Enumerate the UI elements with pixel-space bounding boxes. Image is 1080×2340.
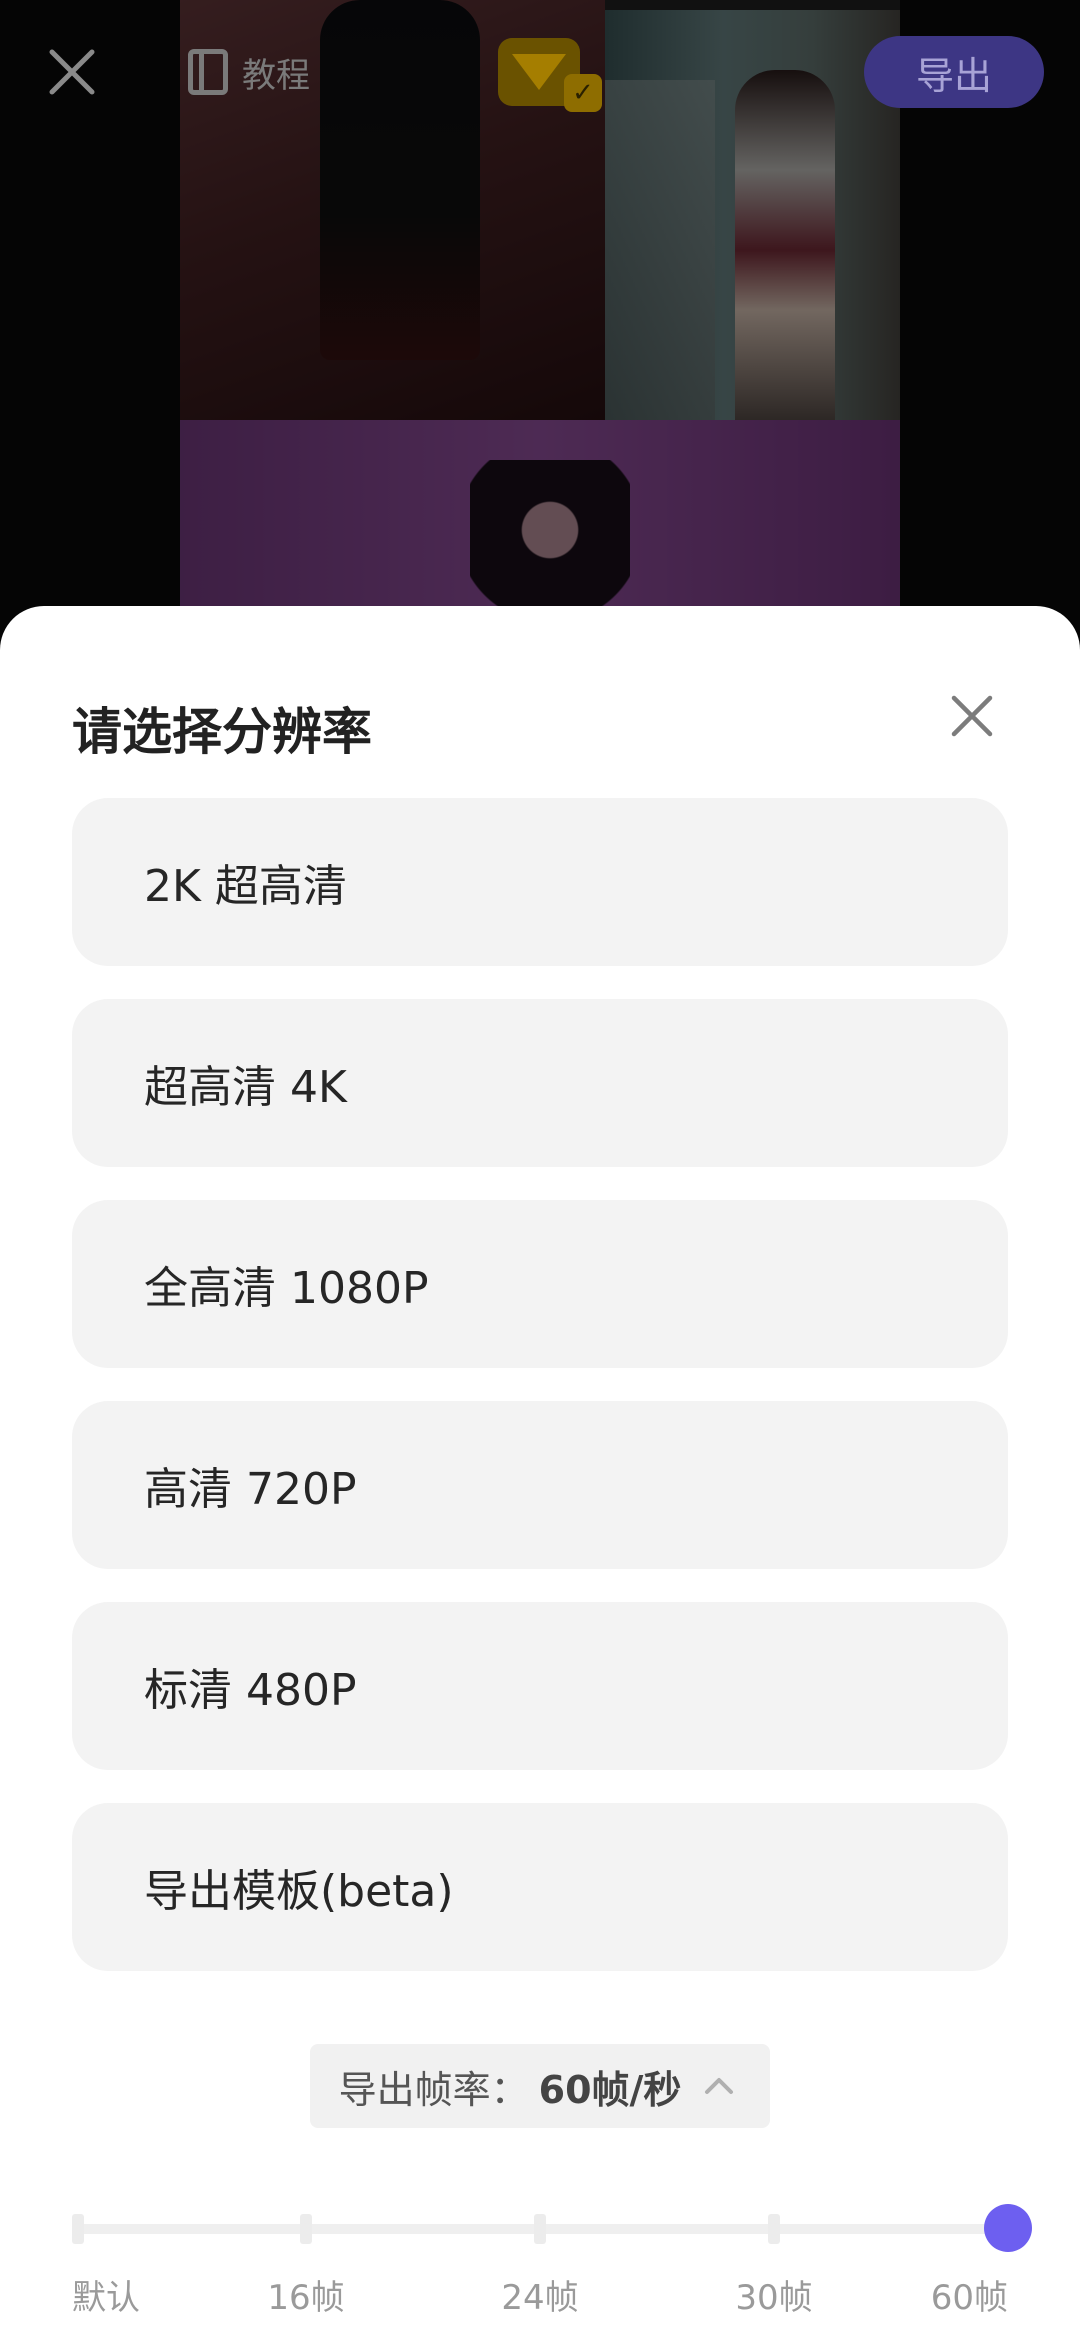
chevron-up-icon (697, 2064, 741, 2108)
option-720p[interactable]: 高清 720P (72, 1401, 1008, 1569)
close-icon[interactable] (40, 40, 104, 104)
slider-tick (300, 2214, 312, 2244)
export-button[interactable]: 导出 (864, 36, 1044, 108)
tick-label-16: 16帧 (267, 2278, 345, 2318)
close-icon[interactable] (944, 688, 1000, 744)
tutorial-button[interactable]: 教程 (188, 44, 310, 100)
tutorial-label: 教程 (242, 55, 310, 96)
option-2k[interactable]: 2K 超高清 (72, 798, 1008, 966)
option-4k[interactable]: 超高清 4K (72, 999, 1008, 1167)
tick-label-30: 30帧 (735, 2278, 813, 2318)
slider-tick (768, 2214, 780, 2244)
tick-label-60: 60帧 (930, 2278, 1008, 2318)
resolution-options: 2K 超高清 超高清 4K 全高清 1080P 高清 720P 标清 480P … (72, 798, 1008, 2004)
book-icon (188, 49, 228, 95)
frame-rate-toggle[interactable]: 导出帧率： 60帧/秒 (310, 2044, 770, 2128)
tick-label-24: 24帧 (501, 2278, 579, 2318)
resolution-sheet: 请选择分辨率 2K 超高清 超高清 4K 全高清 1080P 高清 720P 标… (0, 606, 1080, 2340)
tick-label-default: 默认 (72, 2278, 140, 2318)
slider-thumb[interactable] (984, 2204, 1032, 2252)
sheet-title: 请选择分辨率 (72, 703, 372, 761)
editor-topbar: 教程 ✓ 导出 (0, 0, 1080, 150)
frame-rate-label: 导出帧率： (338, 2067, 529, 2112)
slider-tick (72, 2214, 84, 2244)
frame-rate-slider[interactable]: 默认 16帧 24帧 30帧 60帧 (72, 2184, 1032, 2318)
check-icon: ✓ (564, 74, 602, 112)
frame-rate-value: 60帧/秒 (538, 2067, 682, 2112)
option-1080p[interactable]: 全高清 1080P (72, 1200, 1008, 1368)
vip-badge[interactable]: ✓ (498, 38, 602, 112)
editor-background: 教程 ✓ 导出 (0, 0, 1080, 640)
option-export-template[interactable]: 导出模板(beta) (72, 1803, 1008, 1971)
slider-tick (534, 2214, 546, 2244)
option-480p[interactable]: 标清 480P (72, 1602, 1008, 1770)
